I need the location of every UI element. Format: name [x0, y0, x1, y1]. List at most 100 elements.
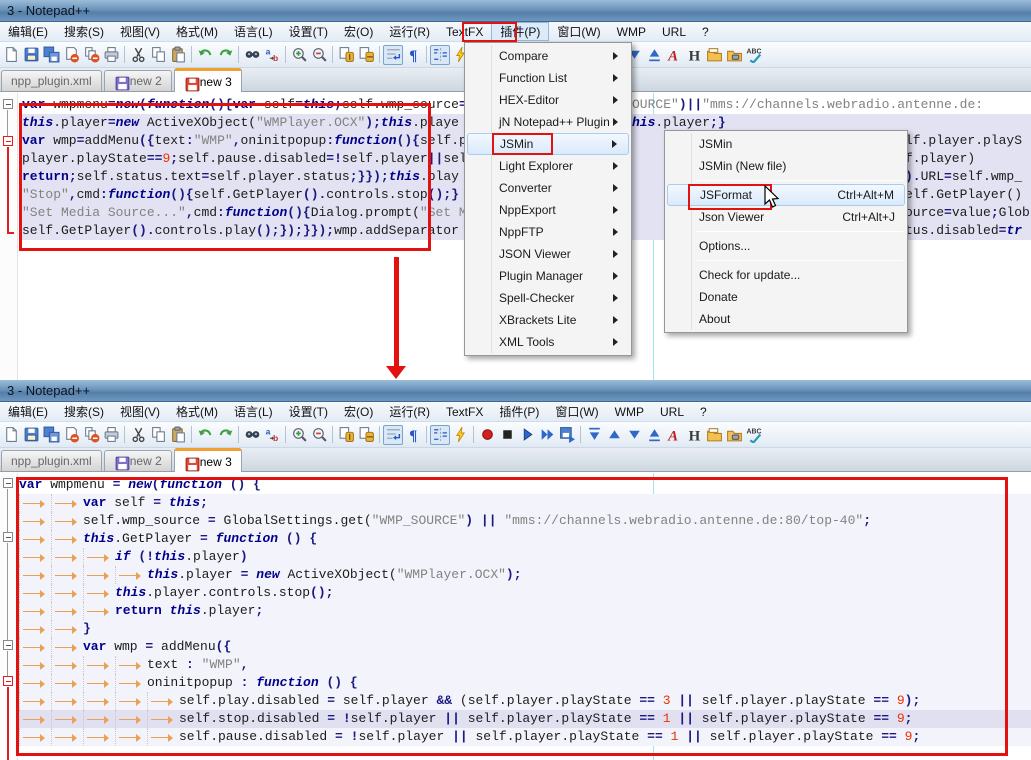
menu-格式M[interactable]: 格式(M): [168, 402, 226, 421]
save-all-icon[interactable]: [41, 425, 61, 445]
close-all-icon[interactable]: [81, 425, 101, 445]
sync-vertical-icon[interactable]: [336, 45, 356, 65]
export-pdf-icon[interactable]: A: [664, 45, 684, 65]
macro-stop-icon[interactable]: [497, 425, 517, 445]
paste-icon[interactable]: [168, 45, 188, 65]
plugins-menu-item-hex-editor[interactable]: HEX-Editor: [467, 89, 629, 111]
menu-URL[interactable]: URL: [654, 22, 694, 41]
plugins-menu-item-jsmin[interactable]: JSMin: [467, 133, 629, 155]
title-bar[interactable]: 3 - Notepad++: [0, 0, 1031, 22]
fold-down-icon[interactable]: [624, 425, 644, 445]
save-all-icon[interactable]: [41, 45, 61, 65]
word-wrap-icon[interactable]: [383, 424, 403, 445]
menu-URL[interactable]: URL: [652, 402, 692, 421]
menu-格式M[interactable]: 格式(M): [168, 22, 226, 41]
zoom-out-icon[interactable]: [309, 425, 329, 445]
paste-icon[interactable]: [168, 425, 188, 445]
close-icon[interactable]: [61, 45, 81, 65]
fold-marker[interactable]: [3, 99, 13, 109]
menu-TextFX[interactable]: TextFX: [438, 22, 491, 41]
plugins-menu-item-function-list[interactable]: Function List: [467, 67, 629, 89]
jsmin-menu-item-jsformat[interactable]: JSFormat Ctrl+Alt+M: [667, 184, 905, 206]
new-file-icon[interactable]: [1, 425, 21, 445]
word-wrap-icon[interactable]: [383, 44, 403, 65]
jsmin-menu-item-json-viewer[interactable]: Json Viewer Ctrl+Alt+J: [667, 206, 905, 228]
fold-marker-active[interactable]: [3, 136, 13, 146]
print-icon[interactable]: [101, 45, 121, 65]
redo-icon[interactable]: [215, 45, 235, 65]
plugins-menu-item-xml-tools[interactable]: XML Tools: [467, 331, 629, 353]
jsmin-menu-item-jsmin-new-file[interactable]: JSMin (New file): [667, 155, 905, 177]
copy-icon[interactable]: [148, 425, 168, 445]
menu-TextFX[interactable]: TextFX: [438, 402, 491, 421]
undo-icon[interactable]: [195, 45, 215, 65]
menu-宏O[interactable]: 宏(O): [336, 22, 381, 41]
indent-guide-icon[interactable]: [430, 424, 450, 445]
close-icon[interactable]: [61, 425, 81, 445]
plugins-menu-item-spell-checker[interactable]: Spell-Checker: [467, 287, 629, 309]
jsmin-menu-item-donate[interactable]: Donate: [667, 286, 905, 308]
plugins-menu-item-xbrackets-lite[interactable]: XBrackets Lite: [467, 309, 629, 331]
save-icon[interactable]: [21, 425, 41, 445]
plugins-menu-item-converter[interactable]: Converter: [467, 177, 629, 199]
macro-save-icon[interactable]: [557, 425, 577, 445]
code-editor-formatted[interactable]: var wmpmenu = new(function () {var self …: [0, 473, 1031, 760]
replace-icon[interactable]: ab: [262, 425, 282, 445]
load-session-icon[interactable]: [704, 425, 724, 445]
menu-窗口W[interactable]: 窗口(W): [547, 402, 606, 421]
tab-new-2[interactable]: new 2: [103, 70, 172, 91]
menu-设置T[interactable]: 设置(T): [281, 22, 336, 41]
plugins-menu-item-json-viewer[interactable]: JSON Viewer: [467, 243, 629, 265]
menu-WMP[interactable]: WMP: [609, 22, 654, 41]
menu-运行R[interactable]: 运行(R): [381, 402, 438, 421]
menu-help[interactable]: ?: [692, 402, 715, 421]
macro-play-icon[interactable]: [517, 425, 537, 445]
plugins-menu-item-nppftp[interactable]: NppFTP: [467, 221, 629, 243]
show-all-characters-icon[interactable]: ¶: [403, 425, 423, 445]
replace-icon[interactable]: ab: [262, 45, 282, 65]
spell-check-icon[interactable]: ABC: [744, 45, 764, 65]
title-bar[interactable]: 3 - Notepad++: [0, 380, 1031, 402]
fold-marker[interactable]: [3, 532, 13, 542]
jsmin-menu-item-jsmin[interactable]: JSMin: [667, 133, 905, 155]
indent-guide-icon[interactable]: [430, 44, 450, 65]
close-all-icon[interactable]: [81, 45, 101, 65]
menu-搜索S[interactable]: 搜索(S): [56, 402, 112, 421]
menu-插件P[interactable]: 插件(P): [491, 22, 550, 41]
plugins-menu-item-nppexport[interactable]: NppExport: [467, 199, 629, 221]
menu-视图V[interactable]: 视图(V): [112, 22, 168, 41]
fold-marker-active[interactable]: [3, 676, 13, 686]
tab-npp_plugin.xml[interactable]: npp_plugin.xml: [1, 70, 102, 91]
menu-编辑E[interactable]: 编辑(E): [0, 22, 56, 41]
undo-icon[interactable]: [195, 425, 215, 445]
collapse-all-icon[interactable]: [584, 425, 604, 445]
menu-窗口W[interactable]: 窗口(W): [549, 22, 608, 41]
plugins-menu-item-jn-notepad-plugin[interactable]: jN Notepad++ Plugin: [467, 111, 629, 133]
plugins-menu-item-light-explorer[interactable]: Light Explorer: [467, 155, 629, 177]
load-session-icon[interactable]: [704, 45, 724, 65]
tab-new-2[interactable]: new 2: [103, 450, 172, 471]
menu-WMP[interactable]: WMP: [607, 402, 652, 421]
tab-new-3[interactable]: new 3: [173, 448, 242, 472]
fold-marker[interactable]: [3, 478, 13, 488]
plugins-menu-item-compare[interactable]: Compare: [467, 45, 629, 67]
copy-icon[interactable]: [148, 45, 168, 65]
save-icon[interactable]: [21, 45, 41, 65]
macro-run-all-icon[interactable]: [537, 425, 557, 445]
sync-horizontal-icon[interactable]: [356, 425, 376, 445]
menu-语言L[interactable]: 语言(L): [226, 22, 281, 41]
menu-运行R[interactable]: 运行(R): [381, 22, 438, 41]
plugins-menu-item-plugin-manager[interactable]: Plugin Manager: [467, 265, 629, 287]
jsmin-menu-item-about[interactable]: About: [667, 308, 905, 330]
export-pdf-icon[interactable]: A: [664, 425, 684, 445]
tab-new-3[interactable]: new 3: [173, 68, 242, 92]
show-all-characters-icon[interactable]: ¶: [403, 45, 423, 65]
menu-语言L[interactable]: 语言(L): [226, 402, 281, 421]
jsmin-menu-item-check-for-update[interactable]: Check for update...: [667, 264, 905, 286]
new-file-icon[interactable]: [1, 45, 21, 65]
find-icon[interactable]: [242, 45, 262, 65]
menu-插件P[interactable]: 插件(P): [491, 402, 547, 421]
export-html-icon[interactable]: H: [684, 45, 704, 65]
cut-icon[interactable]: [128, 425, 148, 445]
menu-编辑E[interactable]: 编辑(E): [0, 402, 56, 421]
